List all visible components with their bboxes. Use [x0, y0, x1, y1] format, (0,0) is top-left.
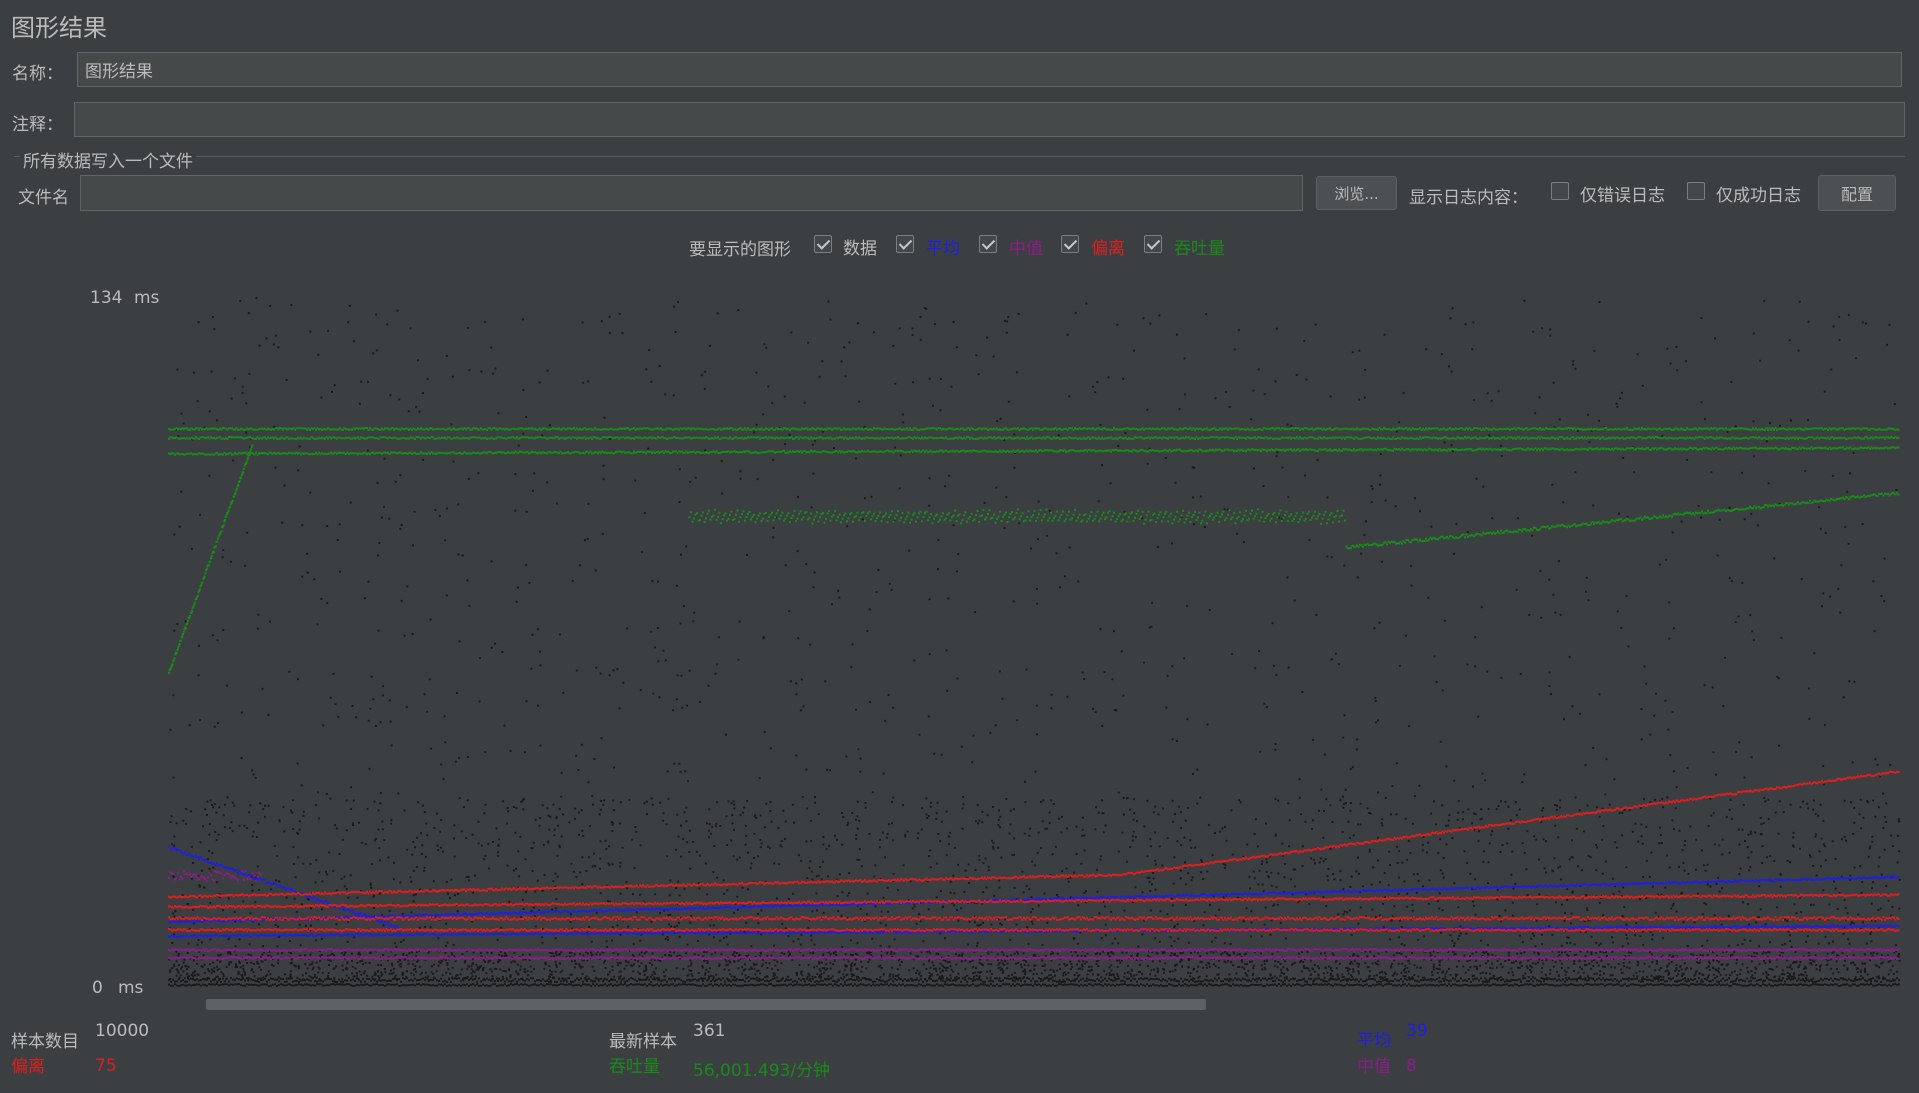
samples-label: 样本数目: [11, 1032, 79, 1052]
median-stat-value: 8: [1406, 1056, 1417, 1076]
throughput-series: [168, 427, 1900, 674]
horizontal-scrollbar[interactable]: [206, 999, 1206, 1010]
graph-plot-area: [168, 297, 1901, 988]
deviation-stat-value: 75: [95, 1056, 117, 1076]
throughput-stat-value: 56,001.493/分钟: [693, 1061, 831, 1081]
latest-sample-label: 最新样本: [609, 1032, 677, 1052]
deviation-points: [168, 770, 1900, 932]
median-stat-label: 中值: [1357, 1057, 1391, 1077]
throughput-stat-label: 吞吐量: [609, 1057, 660, 1077]
deviation-series: [168, 770, 1900, 932]
average-stat-value: 39: [1406, 1021, 1428, 1041]
average-stat-label: 平均: [1357, 1031, 1391, 1051]
deviation-stat-label: 偏离: [11, 1057, 45, 1077]
samples-value: 10000: [95, 1021, 150, 1041]
latest-sample-value: 361: [693, 1021, 726, 1041]
throughput-points: [168, 427, 1900, 674]
